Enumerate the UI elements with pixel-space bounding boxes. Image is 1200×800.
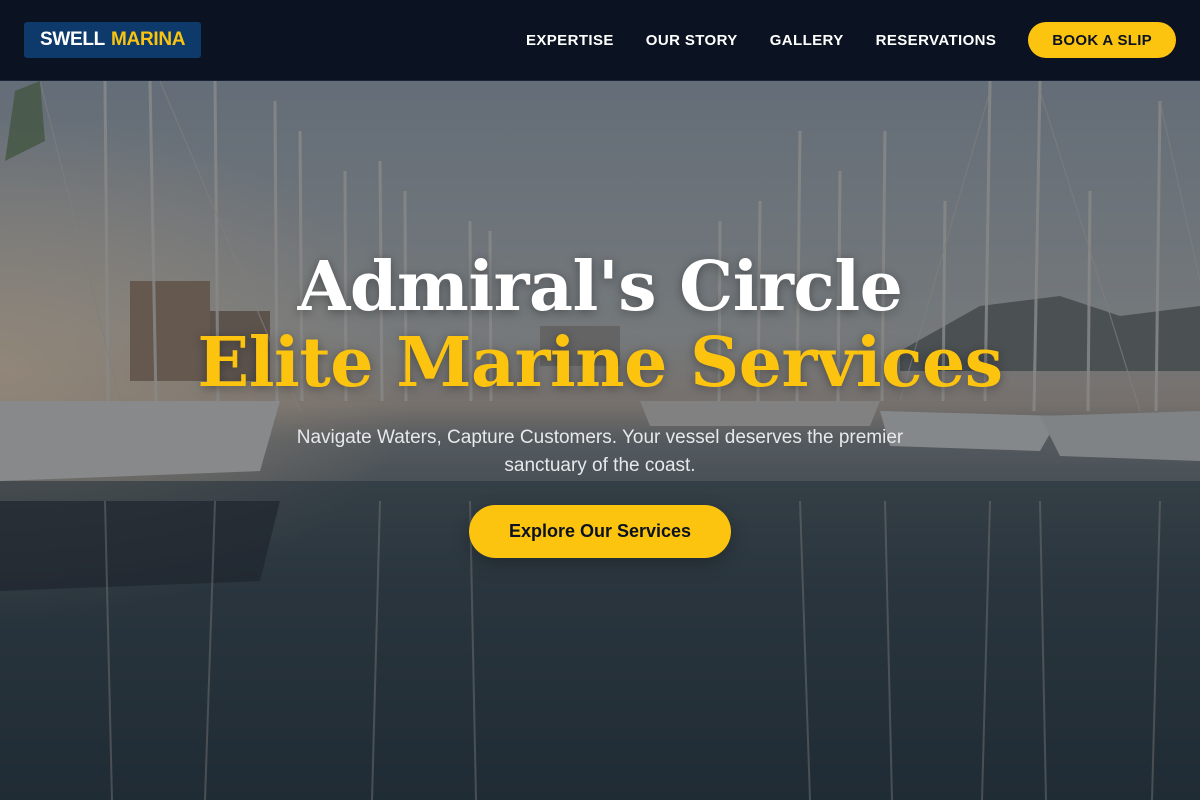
nav-link-our-story[interactable]: OUR STORY	[646, 32, 738, 49]
hero-section: Admiral's Circle Elite Marine Services N…	[0, 81, 1200, 800]
hero-subtitle: Navigate Waters, Capture Customers. Your…	[296, 427, 904, 476]
site-logo[interactable]: SWELL MARINA	[24, 22, 202, 58]
nav-link-gallery[interactable]: GALLERY	[770, 32, 844, 49]
nav-link-expertise[interactable]: EXPERTISE	[526, 32, 614, 49]
nav-link-reservations[interactable]: RESERVATIONS	[876, 32, 997, 49]
hero-title-highlight: Elite Marine Services	[197, 323, 1003, 403]
logo-word-marina: MARINA	[111, 29, 186, 50]
explore-services-button[interactable]: Explore Our Services	[469, 505, 731, 558]
book-a-slip-button[interactable]: BOOK A SLIP	[1028, 22, 1176, 58]
hero-title: Admiral's Circle	[297, 247, 903, 327]
main-nav: EXPERTISE OUR STORY GALLERY RESERVATIONS…	[494, 22, 1176, 58]
site-header: SWELL MARINA EXPERTISE OUR STORY GALLERY…	[0, 0, 1200, 81]
logo-word-swell: SWELL	[40, 29, 105, 50]
